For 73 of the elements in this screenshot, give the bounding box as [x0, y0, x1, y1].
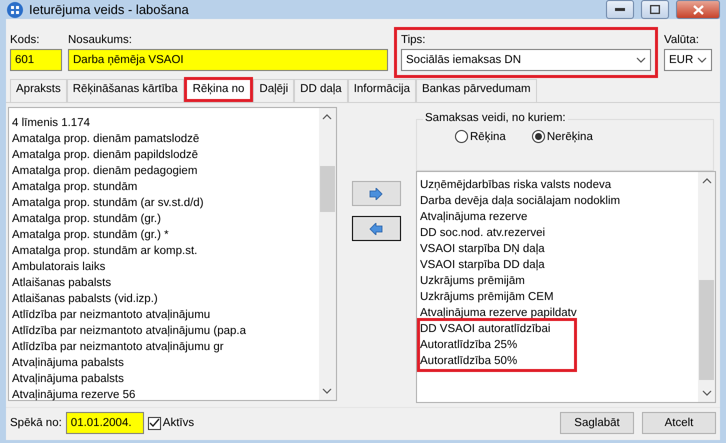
list-item[interactable]: Amatalga prop. stundām [12, 179, 319, 195]
minimize-button[interactable] [606, 0, 634, 19]
list-item[interactable]: DD soc.nod. atv.rezervei [420, 225, 698, 241]
code-field[interactable]: 601 [10, 49, 62, 71]
tab[interactable]: Apraksts [10, 79, 67, 102]
list-item[interactable]: Atvaļinājuma pabalsts [12, 371, 319, 387]
group-label: Samaksas veidi, no kuriem: [423, 112, 568, 124]
list-item[interactable]: Amatalga prop. stundām (gr.) [12, 211, 319, 227]
chevron-down-icon [636, 57, 646, 63]
tab[interactable]: Daļēji [253, 79, 294, 102]
currency-dropdown[interactable]: EUR [664, 49, 712, 71]
list-item[interactable]: Uzņēmējdarbības riska valsts nodeva [420, 177, 698, 193]
scroll-down-icon [322, 388, 332, 394]
list-item[interactable]: VSAOI starpība DŅ daļa [420, 241, 698, 257]
tab[interactable]: DD daļa [294, 79, 348, 102]
list-item[interactable]: DD VSAOI autoratlīdzībai [420, 321, 574, 337]
list-item[interactable]: Autoratlīdzība 25% [420, 337, 574, 353]
list-item[interactable]: Atvaļinājuma rezerve papildatv [420, 305, 698, 321]
radio-option[interactable]: Nerēķina [532, 130, 593, 143]
list-item[interactable]: Atlaišanas pabalsts [12, 275, 319, 291]
app-logo-icon [6, 0, 24, 18]
scroll-down-icon [702, 390, 712, 396]
scroll-thumb[interactable] [699, 280, 714, 380]
arrow-right-icon [369, 188, 384, 200]
tab[interactable]: Rēķina no [184, 77, 254, 102]
list-item[interactable]: Uzkrājums prēmijām [420, 273, 698, 289]
maximize-icon [650, 5, 660, 14]
list-item[interactable]: Atlīdzība par neizmantoto atvaļinājumu [12, 307, 319, 323]
active-checkbox[interactable]: Aktīvs [148, 416, 194, 430]
list-item[interactable]: Atvaļinājuma pabalsts [12, 355, 319, 371]
chevron-down-icon [697, 57, 707, 63]
type-dropdown[interactable]: Sociālās iemaksas DN [401, 49, 651, 71]
field-label: Spēkā no: [10, 417, 62, 429]
list-item[interactable]: Ambulatorais laiks [12, 259, 319, 275]
list-item[interactable]: Amatalga prop. dienām papildslodzē [12, 147, 319, 163]
close-icon [692, 4, 704, 14]
maximize-button[interactable] [641, 0, 669, 19]
scroll-thumb[interactable] [320, 166, 335, 212]
field-label: Valūta: [664, 34, 700, 46]
list-item[interactable]: Atlīdzība par neizmantoto atvaļinājumu gr [12, 339, 319, 355]
list-item[interactable]: Amatalga prop. stundām (gr.) * [12, 227, 319, 243]
dialog-button[interactable]: Atcelt [642, 412, 716, 434]
list-item[interactable]: Atlīdzība par neizmantoto atvaļinājumu (pap.a [12, 323, 319, 339]
scroll-up-icon [322, 114, 332, 120]
close-button[interactable] [676, 0, 720, 19]
add-button[interactable] [352, 181, 401, 206]
date-field[interactable]: 01.01.2004. [66, 412, 144, 434]
field-label: Nosaukums: [68, 34, 133, 46]
arrow-left-icon [369, 222, 384, 234]
list-item[interactable]: Amatalga prop. stundām ar komp.st. [12, 243, 319, 259]
list-item[interactable]: Atlaišanas pabalsts (vid.izp.) [12, 291, 319, 307]
list-item[interactable]: 4 līmenis 1.174 [12, 115, 319, 131]
tab[interactable]: Informācija [348, 79, 416, 102]
field-label: Kods: [10, 34, 40, 46]
dialog-button[interactable]: Saglabāt [560, 412, 634, 434]
scroll-up-icon [702, 178, 712, 184]
list-item[interactable]: Amatalga prop. dienām pedagogiem [12, 163, 319, 179]
tab[interactable]: Bankas pārvedumam [416, 79, 537, 102]
list-item[interactable]: Amatalga prop. stundām (ar sv.st.d/d) [12, 195, 319, 211]
remove-button[interactable] [352, 216, 401, 241]
radio-option[interactable]: Rēķina [455, 130, 506, 143]
list-item[interactable]: Autoratlīdzība 50% [420, 353, 574, 369]
list-item[interactable]: VSAOI starpība DD daļa [420, 257, 698, 273]
minimize-icon [615, 8, 625, 12]
tab[interactable]: Rēķināšanas kārtība [66, 79, 184, 102]
list-item[interactable]: Uzkrājums prēmijām CEM [420, 289, 698, 305]
list-item[interactable]: Darba devēja daļa sociālajam nodoklim [420, 193, 698, 209]
window-title: Ieturējuma veids - labošana [29, 2, 190, 17]
list-item[interactable]: Atvaļinājuma rezerve 56 [12, 387, 319, 403]
field-label: Tips: [401, 34, 426, 46]
list-item[interactable]: Amatalga prop. dienām pamatslodzē [12, 131, 319, 147]
name-field[interactable]: Darba ņēmēja VSAOI [68, 49, 388, 71]
list-item[interactable]: Atvaļinājuma rezerve [420, 209, 698, 225]
